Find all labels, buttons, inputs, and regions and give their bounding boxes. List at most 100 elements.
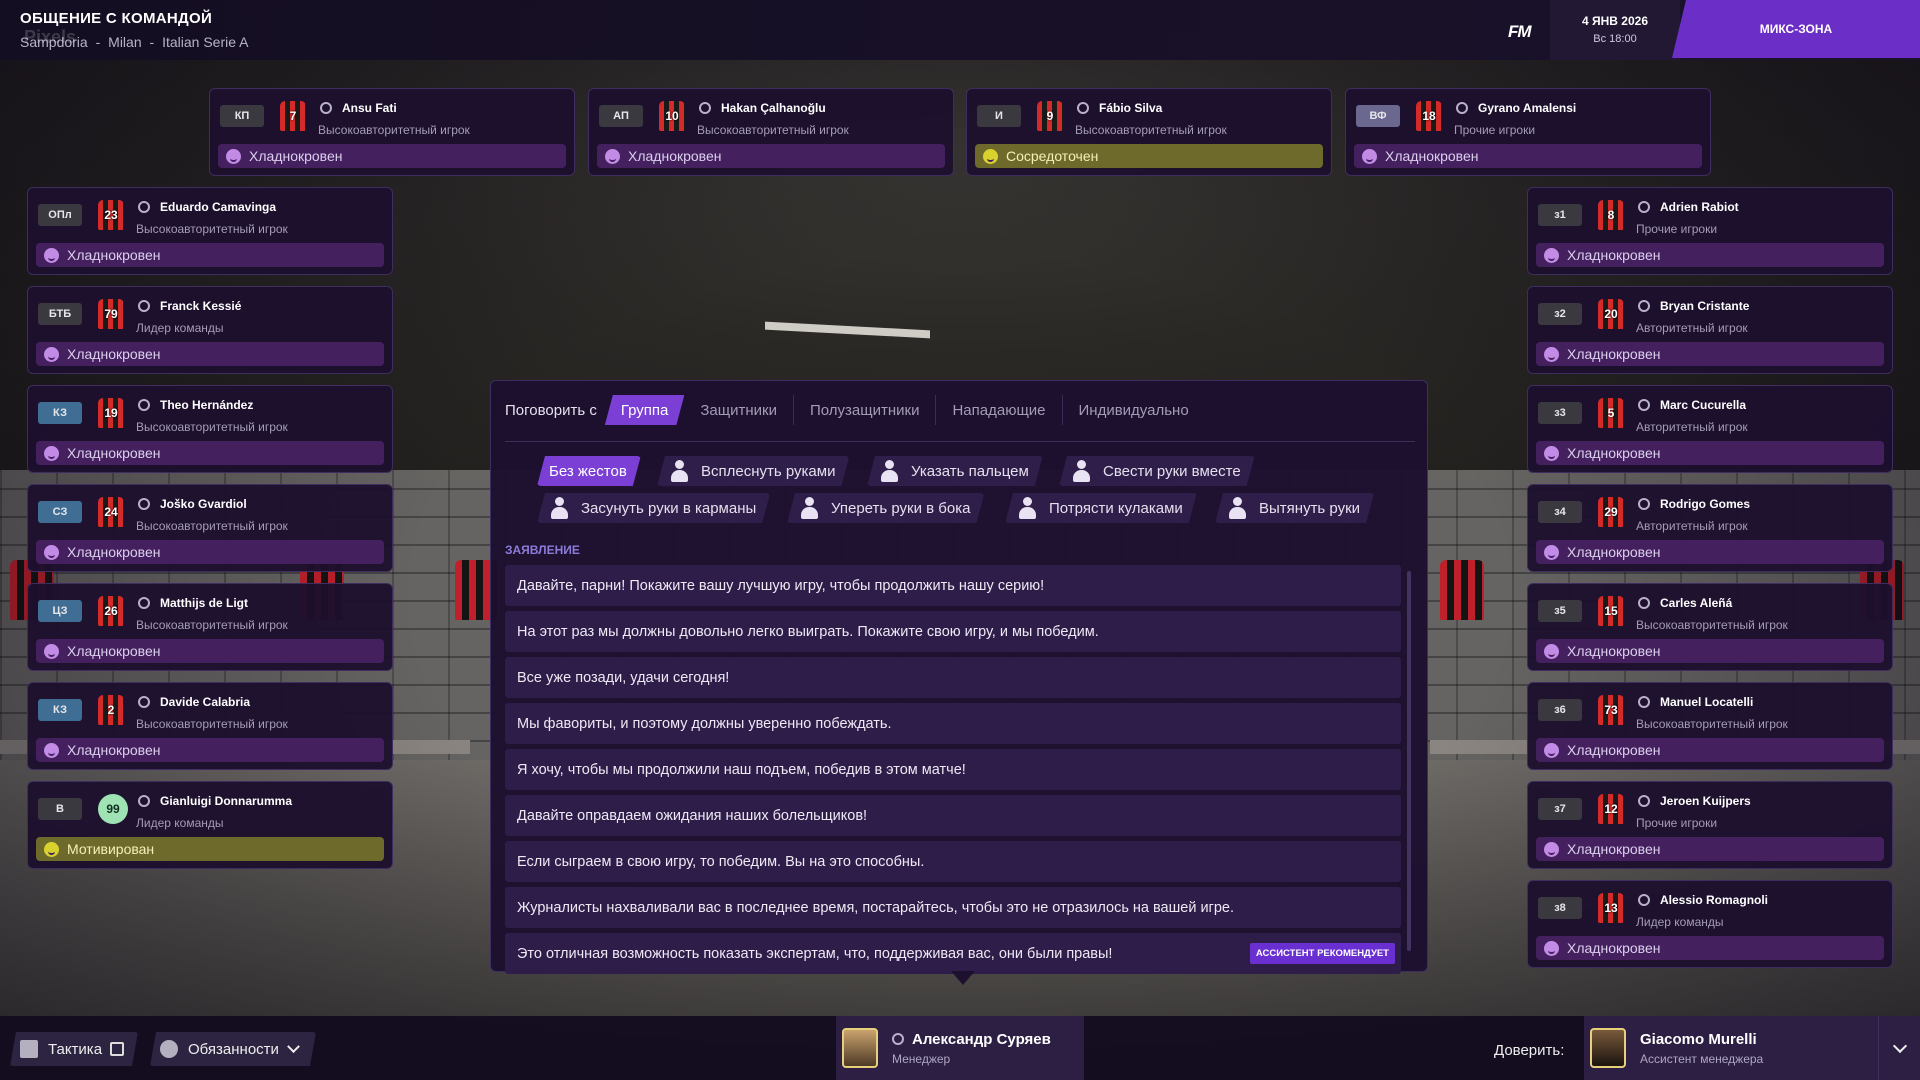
player-card[interactable]: ЦЗ 26 Matthijs de Ligt Высокоавторитетный и… xyxy=(27,583,393,671)
talk-to-label: Поговорить с xyxy=(505,401,597,419)
player-card[interactable]: КЗ 2 Davide Calabria Высокоавторитетный игр… xyxy=(27,682,393,770)
position-badge: В xyxy=(38,798,82,820)
player-name-row[interactable]: Marc Cucurella xyxy=(1638,398,1746,412)
player-name-row[interactable]: Adrien Rabiot xyxy=(1638,200,1739,214)
position-badge: з1 xyxy=(1538,204,1582,226)
player-card[interactable]: СЗ 24 Joško Gvardiol Высокоавторитетный игр… xyxy=(27,484,393,572)
mood-label: Хладнокровен xyxy=(1567,544,1661,560)
player-card[interactable]: БТБ 79 Franck Kessié Лидер команды Хладнокро… xyxy=(27,286,393,374)
player-name-row[interactable]: Davide Calabria xyxy=(138,695,250,709)
position-badge: з2 xyxy=(1538,303,1582,325)
player-name-row[interactable]: Theo Hernández xyxy=(138,398,253,412)
gesture-hands-together-button[interactable]: Свести руки вместе xyxy=(1059,456,1255,486)
chevron-down-icon xyxy=(1892,1038,1907,1054)
player-card[interactable]: з4 29 Rodrigo Gomes Авторитетный игрок Хладн… xyxy=(1527,484,1893,572)
player-name-row[interactable]: Alessio Romagnoli xyxy=(1638,893,1768,907)
person-icon xyxy=(138,300,150,312)
mood-label: Хладнокровен xyxy=(1567,643,1661,659)
gesture-point-finger-button[interactable]: Указать пальцем xyxy=(867,456,1043,486)
player-card[interactable]: АП 10 Hakan Çalhanoğlu Высокоавторитетный и… xyxy=(588,88,954,176)
mood-label: Хладнокровен xyxy=(1567,247,1661,263)
shirt-number-icon: 79 xyxy=(98,299,124,329)
statement-option[interactable]: Я хочу, чтобы мы продолжили наш подъем, … xyxy=(505,749,1401,790)
gesture-shake-fists-button[interactable]: Потрясти кулаками xyxy=(1005,493,1197,523)
breadcrumb-away-team[interactable]: Milan xyxy=(108,34,141,50)
mood-face-icon xyxy=(44,841,59,857)
player-name-row[interactable]: Jeroen Kuijpers xyxy=(1638,794,1751,808)
statement-option[interactable]: Давайте оправдаем ожидания наших болельщ… xyxy=(505,795,1401,836)
player-card[interactable]: ВФ 18 Gyrano Amalensi Прочие игроки Хладнокр… xyxy=(1345,88,1711,176)
statement-option[interactable]: На этот раз мы должны довольно легко выи… xyxy=(505,611,1401,652)
gesture-none-button[interactable]: Без жестов xyxy=(537,456,641,486)
statement-scrollbar[interactable] xyxy=(1407,571,1411,951)
mood-face-icon xyxy=(983,148,998,164)
player-card[interactable]: з8 13 Alessio Romagnoli Лидер команды Хладно… xyxy=(1527,880,1893,968)
player-card[interactable]: з6 73 Manuel Locatelli Высокоавторитетный и… xyxy=(1527,682,1893,770)
manager-card[interactable]: Александр Суряев Менеджер xyxy=(836,1016,1084,1080)
statement-option[interactable]: Все уже позади, удачи сегодня! xyxy=(505,657,1401,698)
player-name-row[interactable]: Rodrigo Gomes xyxy=(1638,497,1750,511)
player-name-row[interactable]: Franck Kessié xyxy=(138,299,241,313)
statement-option[interactable]: Если сыграем в свою игру, то победим. Вы… xyxy=(505,841,1401,882)
tab-forwards[interactable]: Нападающие xyxy=(936,395,1063,425)
breadcrumb-competition[interactable]: Italian Serie A xyxy=(162,34,248,50)
player-name: Davide Calabria xyxy=(160,695,251,709)
player-card[interactable]: з7 12 Jeroen Kuijpers Прочие игроки Хладнокр… xyxy=(1527,781,1893,869)
player-name-row[interactable]: Gyrano Amalensi xyxy=(1456,101,1576,115)
player-mood: Хладнокровен xyxy=(1536,342,1884,366)
player-name-row[interactable]: Matthijs de Ligt xyxy=(138,596,248,610)
gesture-outstretch-arms-button[interactable]: Вытянуть руки xyxy=(1215,493,1374,523)
mood-label: Сосредоточен xyxy=(1006,148,1099,164)
tactics-button[interactable]: Тактика xyxy=(10,1032,138,1066)
tab-defenders[interactable]: Защитники xyxy=(684,395,794,425)
player-card[interactable]: з3 5 Marc Cucurella Авторитетный игрок Хладн… xyxy=(1527,385,1893,473)
player-name-row[interactable]: Joško Gvardiol xyxy=(138,497,247,511)
player-card[interactable]: КЗ 19 Theo Hernández Высокоавторитетный игр… xyxy=(27,385,393,473)
tab-individual[interactable]: Индивидуально xyxy=(1063,395,1205,425)
player-name-row[interactable]: Hakan Çalhanoğlu xyxy=(699,101,826,115)
player-card[interactable]: И 9 Fábio Silva Высокоавторитетный игрок Сос… xyxy=(966,88,1332,176)
player-name-row[interactable]: Fábio Silva xyxy=(1077,101,1162,115)
mood-face-icon xyxy=(44,346,59,362)
player-mood: Хладнокровен xyxy=(36,243,384,267)
player-name-row[interactable]: Gianluigi Donnarumma xyxy=(138,794,292,808)
player-card[interactable]: КП 7 Ansu Fati Высокоавторитетный игрок Хлад… xyxy=(209,88,575,176)
player-card[interactable]: з5 15 Carles Aleñá Высокоавторитетный игрок… xyxy=(1527,583,1893,671)
statement-text: Все уже позади, удачи сегодня! xyxy=(517,669,730,686)
mood-label: Мотивирован xyxy=(67,841,155,857)
player-card[interactable]: з1 8 Adrien Rabiot Прочие игроки Хладнокрове… xyxy=(1527,187,1893,275)
tab-midfielders[interactable]: Полузащитники xyxy=(794,395,937,425)
statement-option[interactable]: Давайте, парни! Покажите вашу лучшую игр… xyxy=(505,565,1401,606)
mood-label: Хладнокровен xyxy=(67,643,161,659)
shirt-number-icon: 19 xyxy=(98,398,124,428)
player-name: Ansu Fati xyxy=(342,101,397,115)
player-name-row[interactable]: Carles Aleñá xyxy=(1638,596,1732,610)
gesture-hands-pockets-button[interactable]: Засунуть руки в карманы xyxy=(537,493,770,523)
player-name-row[interactable]: Ansu Fati xyxy=(320,101,397,115)
player-name-row[interactable]: Manuel Locatelli xyxy=(1638,695,1753,709)
delegate-dropdown-button[interactable] xyxy=(1878,1016,1920,1080)
player-name: Matthijs de Ligt xyxy=(160,596,248,610)
date-panel[interactable]: 4 ЯНВ 2026 Вс 18:00 xyxy=(1550,0,1680,60)
position-badge: з3 xyxy=(1538,402,1582,424)
tab-group[interactable]: Группа xyxy=(605,395,685,425)
gesture-hands-hips-button[interactable]: Упереть руки в бока xyxy=(787,493,984,523)
statement-option[interactable]: Журналисты нахваливали вас в последнее в… xyxy=(505,887,1401,928)
player-card[interactable]: ОПл 23 Eduardo Camavinga Высокоавторитетный… xyxy=(27,187,393,275)
player-card[interactable]: В 99 Gianluigi Donnarumma Лидер команды Моти… xyxy=(27,781,393,869)
assistant-name: Giacomo Murelli xyxy=(1640,1030,1757,1048)
mix-zone-button[interactable]: МИКС-ЗОНА xyxy=(1672,0,1920,58)
player-name-row[interactable]: Bryan Cristante xyxy=(1638,299,1749,313)
gesture-throw-arms-button[interactable]: Всплеснуть руками xyxy=(657,456,849,486)
player-name-row[interactable]: Eduardo Camavinga xyxy=(138,200,276,214)
mood-label: Хладнокровен xyxy=(1567,841,1661,857)
player-name: Franck Kessié xyxy=(160,299,242,313)
top-bar: ОБЩЕНИЕ С КОМАНДОЙ Sampdoria - Milan - I… xyxy=(0,0,1920,60)
delegate-assistant-card[interactable]: Giacomo Murelli Ассистент менеджера xyxy=(1584,1016,1878,1080)
player-card[interactable]: з2 20 Bryan Cristante Авторитетный игрок Хла… xyxy=(1527,286,1893,374)
mood-face-icon xyxy=(44,247,59,263)
statement-option[interactable]: Это отличная возможность показать экспер… xyxy=(505,933,1401,974)
statement-option[interactable]: Мы фавориты, и поэтому должны уверенно п… xyxy=(505,703,1401,744)
duties-button[interactable]: Обязанности xyxy=(150,1032,316,1066)
player-name: Theo Hernández xyxy=(160,398,254,412)
